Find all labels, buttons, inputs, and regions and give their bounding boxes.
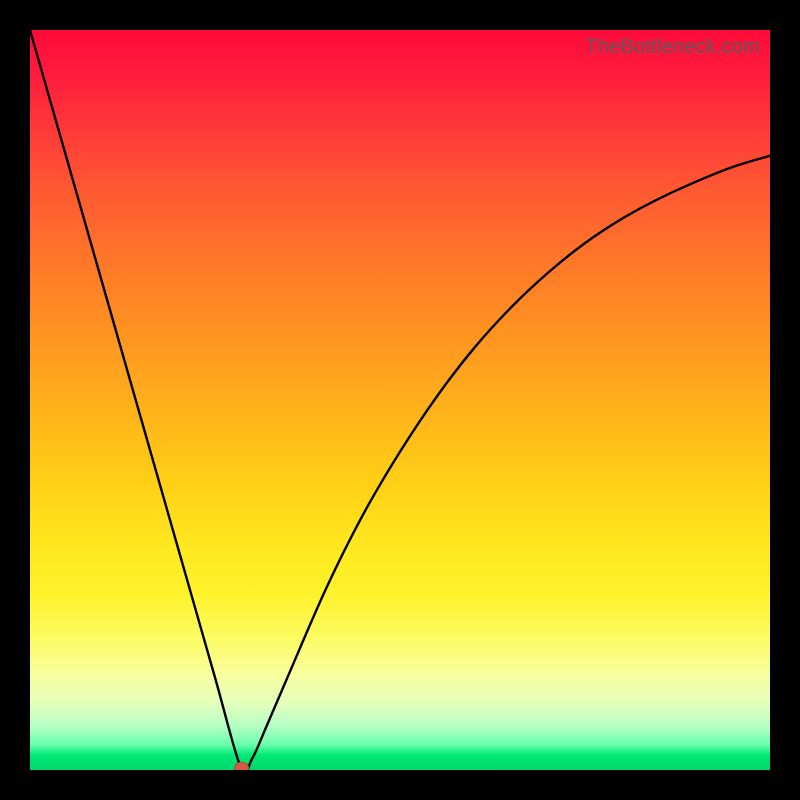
bottleneck-curve <box>30 30 770 770</box>
plot-area: TheBottleneck.com <box>30 30 770 770</box>
chart-svg <box>30 30 770 770</box>
chart-frame: TheBottleneck.com <box>0 0 800 800</box>
minimum-marker <box>235 762 249 770</box>
